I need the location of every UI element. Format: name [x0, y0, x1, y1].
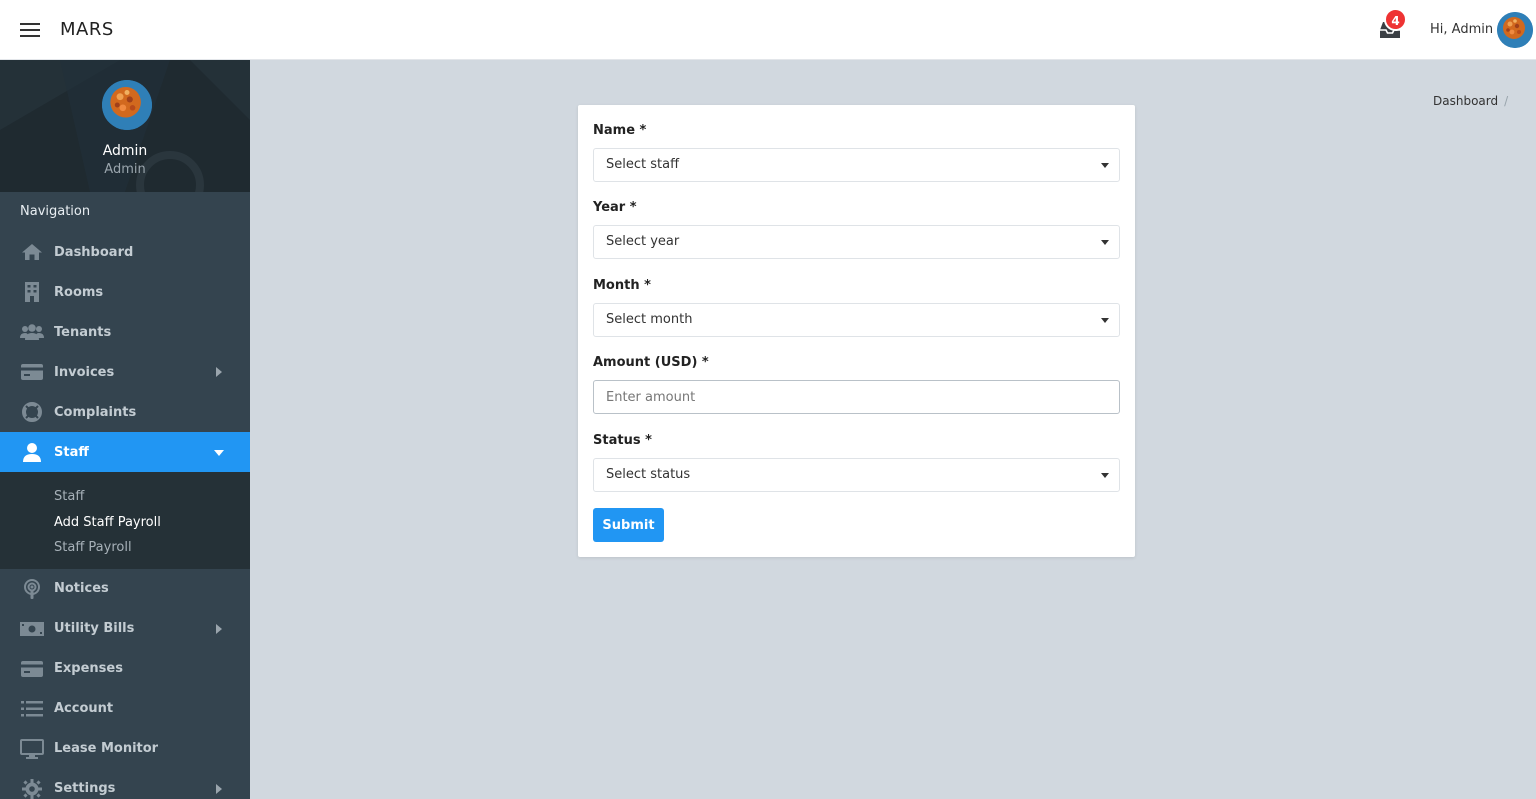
sidebar-item-label: Invoices [54, 364, 115, 380]
submenu-item-staff[interactable]: Staff [0, 484, 250, 510]
home-icon [20, 242, 44, 262]
sidebar-item-invoices[interactable]: Invoices [0, 352, 250, 392]
caret-right-icon [216, 623, 222, 634]
life-ring-icon [20, 402, 44, 422]
sidebar-item-label: Lease Monitor [54, 741, 159, 756]
breadcrumb-dashboard[interactable]: Dashboard [1433, 94, 1498, 108]
user-icon [20, 442, 44, 462]
money-bill-icon [20, 619, 44, 639]
list-icon [20, 699, 44, 719]
sidebar-item-label: Rooms [54, 284, 104, 300]
sidebar-item-label: Notices [54, 581, 109, 596]
month-label: Month * [593, 278, 651, 293]
submit-button[interactable]: Submit [593, 508, 664, 542]
users-icon [20, 322, 44, 342]
credit-card-icon [20, 362, 44, 382]
sidebar-item-utility-bills[interactable]: Utility Bills [0, 609, 250, 649]
user-avatar[interactable] [1497, 12, 1533, 48]
dropdown-arrow-icon [1101, 473, 1109, 478]
gear-icon [20, 778, 44, 799]
notification-count-badge[interactable]: 4 [1384, 8, 1407, 31]
sidebar-item-notices[interactable]: Notices [0, 569, 250, 609]
credit-card-icon [20, 659, 44, 679]
status-label: Status * [593, 433, 652, 448]
amount-label: Amount (USD) * [593, 355, 709, 370]
sidebar-profile: Admin Admin [0, 60, 250, 192]
sidebar-item-complaints[interactable]: Complaints [0, 392, 250, 432]
staff-submenu: Staff Add Staff Payroll Staff Payroll [0, 472, 250, 569]
year-label: Year * [593, 200, 637, 215]
sidebar-item-label: Account [54, 701, 114, 716]
submenu-item-staff-payroll[interactable]: Staff Payroll [0, 535, 250, 561]
month-select-value: Select month [606, 312, 693, 327]
user-greeting[interactable]: Hi, Admin [1430, 22, 1493, 37]
dropdown-arrow-icon [1101, 163, 1109, 168]
caret-right-icon [216, 367, 222, 377]
sidebar-item-settings[interactable]: Settings [0, 769, 250, 799]
dropdown-arrow-icon [1101, 318, 1109, 323]
sidebar-item-label: Tenants [54, 324, 112, 340]
breadcrumb-separator: / [1504, 94, 1509, 108]
month-select[interactable]: Select month [593, 303, 1120, 337]
name-label: Name * [593, 123, 647, 138]
payroll-form-card: Name * Select staff Year * Select year M… [578, 105, 1135, 557]
caret-right-icon [216, 783, 222, 794]
year-select-value: Select year [606, 234, 680, 249]
sidebar-item-rooms[interactable]: Rooms [0, 272, 250, 312]
sidebar-item-expenses[interactable]: Expenses [0, 649, 250, 689]
avatar-image [1497, 12, 1533, 48]
profile-name: Admin [102, 143, 148, 159]
sidebar-item-label: Settings [54, 781, 116, 796]
breadcrumb: Dashboard / [1433, 94, 1508, 108]
dropdown-arrow-icon [1101, 240, 1109, 245]
staff-select-value: Select staff [606, 157, 680, 172]
sidebar-item-label: Dashboard [54, 244, 134, 260]
caret-down-icon [214, 450, 224, 456]
desktop-icon [20, 738, 44, 759]
sidebar-item-label: Utility Bills [54, 621, 135, 636]
avatar-image [102, 80, 152, 130]
sidebar-item-staff[interactable]: Staff [0, 432, 250, 472]
status-select[interactable]: Select status [593, 458, 1120, 492]
hamburger-menu-icon[interactable] [20, 22, 40, 37]
sidebar: Admin Admin Navigation Dashboard Rooms T… [0, 60, 250, 799]
year-select[interactable]: Select year [593, 225, 1120, 259]
sidebar-item-label: Complaints [54, 404, 137, 420]
navigation-heading: Navigation [20, 204, 91, 219]
sidebar-item-tenants[interactable]: Tenants [0, 312, 250, 352]
sidebar-item-lease-monitor[interactable]: Lease Monitor [0, 729, 250, 769]
status-select-value: Select status [606, 467, 691, 482]
building-icon [20, 282, 44, 302]
sidebar-item-label: Staff [54, 444, 89, 460]
podcast-icon [20, 578, 44, 599]
sidebar-item-account[interactable]: Account [0, 689, 250, 729]
staff-select[interactable]: Select staff [593, 148, 1120, 182]
amount-input[interactable] [593, 380, 1120, 414]
sidebar-item-label: Expenses [54, 661, 123, 676]
profile-avatar[interactable] [102, 80, 152, 130]
submenu-item-add-staff-payroll[interactable]: Add Staff Payroll [0, 510, 250, 536]
brand-name[interactable]: MARS [60, 19, 114, 40]
sidebar-item-dashboard[interactable]: Dashboard [0, 232, 250, 272]
top-navbar: MARS [0, 0, 1536, 60]
profile-role: Admin [104, 162, 146, 177]
